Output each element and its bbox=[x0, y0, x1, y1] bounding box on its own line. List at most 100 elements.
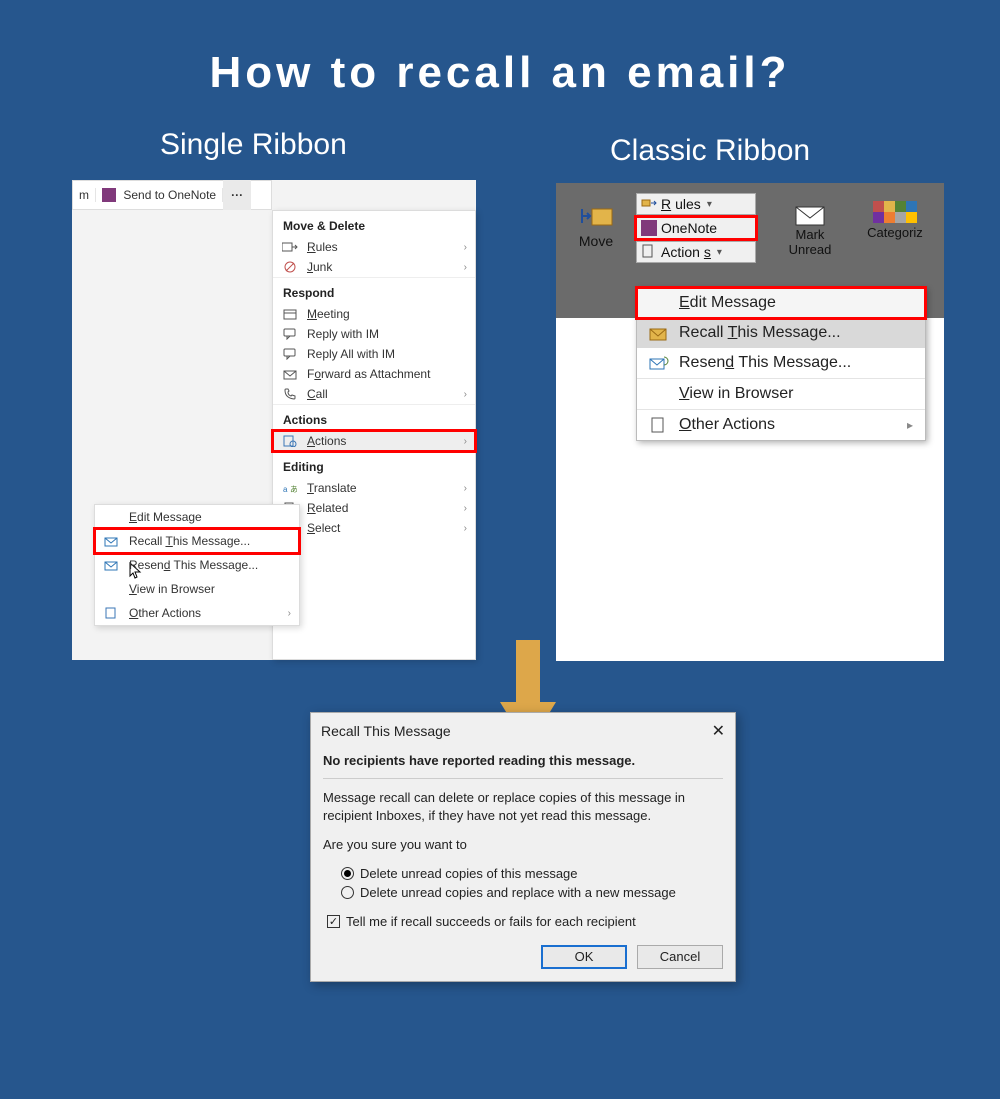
radio-delete-unread[interactable]: Delete unread copies of this message bbox=[341, 866, 723, 881]
categorize-button[interactable]: Categoriz bbox=[850, 201, 940, 240]
radio-delete-replace[interactable]: Delete unread copies and replace with a … bbox=[341, 885, 723, 900]
menu-header-actions: Actions bbox=[273, 404, 475, 431]
chevron-right-icon: ▸ bbox=[907, 418, 913, 432]
label-classic-ribbon: Classic Ribbon bbox=[610, 134, 810, 168]
mark-unread-button[interactable]: Mark Unread bbox=[780, 201, 840, 257]
submenu-item-view-browser[interactable]: View in Browser bbox=[95, 577, 299, 601]
resend-icon bbox=[649, 354, 669, 372]
menu-item-actions[interactable]: Actions › bbox=[273, 431, 475, 451]
menu-header-respond: Respond bbox=[273, 277, 475, 304]
actions-icon bbox=[641, 244, 657, 260]
menu-item-resend-message[interactable]: Resend This Message... bbox=[637, 348, 925, 378]
menu-item-other-actions[interactable]: Other Actions ▸ bbox=[637, 410, 925, 440]
rules-button[interactable]: Rules▾ bbox=[636, 193, 756, 215]
unread-label: Unread bbox=[780, 242, 840, 257]
rules-icon bbox=[641, 196, 657, 212]
phone-icon bbox=[281, 387, 299, 401]
blank-icon bbox=[649, 294, 669, 312]
blank-icon bbox=[649, 385, 669, 403]
menu-item-call[interactable]: Call › bbox=[273, 384, 475, 404]
menu-item-select[interactable]: Select › bbox=[273, 518, 475, 538]
chat-icon bbox=[281, 347, 299, 361]
menu-item-reply-all-im[interactable]: Reply All with IM bbox=[273, 344, 475, 364]
dialog-prompt: Are you sure you want to bbox=[323, 836, 723, 854]
cancel-button[interactable]: Cancel bbox=[637, 945, 723, 969]
submenu-item-resend-message[interactable]: Resend This Message... bbox=[95, 553, 299, 577]
chevron-right-icon: › bbox=[464, 523, 467, 534]
menu-header-move-delete: Move & Delete bbox=[273, 211, 475, 237]
single-ribbon-panel: m Send to OneNote ··· Move & Delete Rule… bbox=[72, 180, 476, 660]
move-label: Move bbox=[566, 233, 626, 249]
chevron-right-icon: › bbox=[464, 389, 467, 400]
calendar-icon bbox=[281, 307, 299, 321]
junk-icon bbox=[281, 260, 299, 274]
overflow-menu: Move & Delete Rules › Junk › Respond Mee… bbox=[272, 210, 476, 660]
page-title: How to recall an email? bbox=[0, 48, 1000, 98]
actions-submenu: Edit Message Recall This Message... Rese… bbox=[94, 504, 300, 626]
translate-icon: aあ bbox=[281, 481, 299, 495]
rules-icon bbox=[281, 240, 299, 254]
single-ribbon-toolbar: m Send to OneNote ··· bbox=[72, 180, 272, 210]
chevron-right-icon: › bbox=[464, 242, 467, 253]
menu-item-junk[interactable]: Junk › bbox=[273, 257, 475, 277]
more-button[interactable]: ··· bbox=[223, 180, 251, 210]
dialog-title: Recall This Message bbox=[321, 723, 451, 739]
onenote-icon bbox=[102, 188, 116, 202]
caret-down-icon: ▾ bbox=[707, 199, 712, 210]
menu-item-view-browser[interactable]: View in Browser bbox=[637, 379, 925, 409]
onenote-button[interactable]: OneNote bbox=[636, 217, 756, 239]
toolbar-fragment: m bbox=[73, 188, 96, 202]
chat-icon bbox=[281, 327, 299, 341]
attachment-icon bbox=[281, 367, 299, 381]
recall-icon bbox=[103, 534, 121, 548]
categorize-icon bbox=[873, 201, 917, 223]
close-icon[interactable]: ✕ bbox=[712, 721, 725, 741]
menu-item-rules[interactable]: Rules › bbox=[273, 237, 475, 257]
other-actions-icon bbox=[103, 606, 121, 620]
radio-icon bbox=[341, 886, 354, 899]
menu-item-reply-im[interactable]: Reply with IM bbox=[273, 324, 475, 344]
menu-header-editing: Editing bbox=[273, 451, 475, 478]
classic-ribbon-panel: Move Rules▾ OneNote Actions▾ Mar bbox=[556, 183, 944, 661]
menu-item-recall-message[interactable]: Recall This Message... bbox=[637, 318, 925, 348]
checkbox-tell-me[interactable]: Tell me if recall succeeds or fails for … bbox=[327, 914, 723, 929]
caret-down-icon: ▾ bbox=[717, 247, 722, 258]
ok-button[interactable]: OK bbox=[541, 945, 627, 969]
categorize-label: Categoriz bbox=[850, 225, 940, 240]
send-to-onenote-button[interactable]: Send to OneNote bbox=[123, 188, 216, 202]
submenu-item-edit-message[interactable]: Edit Message bbox=[95, 505, 299, 529]
classic-ribbon-stack: Rules▾ OneNote Actions▾ bbox=[636, 193, 756, 265]
actions-icon bbox=[281, 434, 299, 448]
mark-label: Mark bbox=[780, 227, 840, 242]
dialog-description: Message recall can delete or replace cop… bbox=[323, 789, 723, 824]
submenu-item-recall-message[interactable]: Recall This Message... bbox=[95, 529, 299, 553]
submenu-item-other-actions[interactable]: Other Actions › bbox=[95, 601, 299, 625]
chevron-right-icon: › bbox=[464, 483, 467, 494]
recall-dialog: Recall This Message ✕ No recipients have… bbox=[310, 712, 736, 982]
recall-icon bbox=[649, 324, 669, 342]
menu-item-meeting[interactable]: Meeting bbox=[273, 304, 475, 324]
menu-item-related[interactable]: Related › bbox=[273, 498, 475, 518]
chevron-right-icon: › bbox=[464, 436, 467, 447]
menu-item-forward-attachment[interactable]: Forward as Attachment bbox=[273, 364, 475, 384]
menu-item-translate[interactable]: aあ Translate › bbox=[273, 478, 475, 498]
menu-item-edit-message[interactable]: Edit Message bbox=[637, 288, 925, 318]
dialog-status: No recipients have reported reading this… bbox=[323, 753, 723, 768]
radio-icon bbox=[341, 867, 354, 880]
other-actions-icon bbox=[649, 416, 669, 434]
svg-text:あ: あ bbox=[290, 485, 297, 494]
blank-icon bbox=[103, 582, 121, 596]
move-button[interactable]: Move bbox=[566, 201, 626, 249]
radio-label: Delete unread copies of this message bbox=[360, 866, 578, 881]
actions-dropdown-menu: Edit Message Recall This Message... Rese… bbox=[636, 287, 926, 441]
checkbox-icon bbox=[327, 915, 340, 928]
chevron-right-icon: › bbox=[464, 262, 467, 273]
actions-button[interactable]: Actions▾ bbox=[636, 241, 756, 263]
chevron-right-icon: › bbox=[464, 503, 467, 514]
blank-icon bbox=[103, 510, 121, 524]
label-single-ribbon: Single Ribbon bbox=[160, 128, 347, 162]
svg-text:a: a bbox=[283, 485, 288, 494]
chevron-right-icon: › bbox=[288, 608, 291, 619]
radio-label: Delete unread copies and replace with a … bbox=[360, 885, 676, 900]
resend-icon bbox=[103, 558, 121, 572]
